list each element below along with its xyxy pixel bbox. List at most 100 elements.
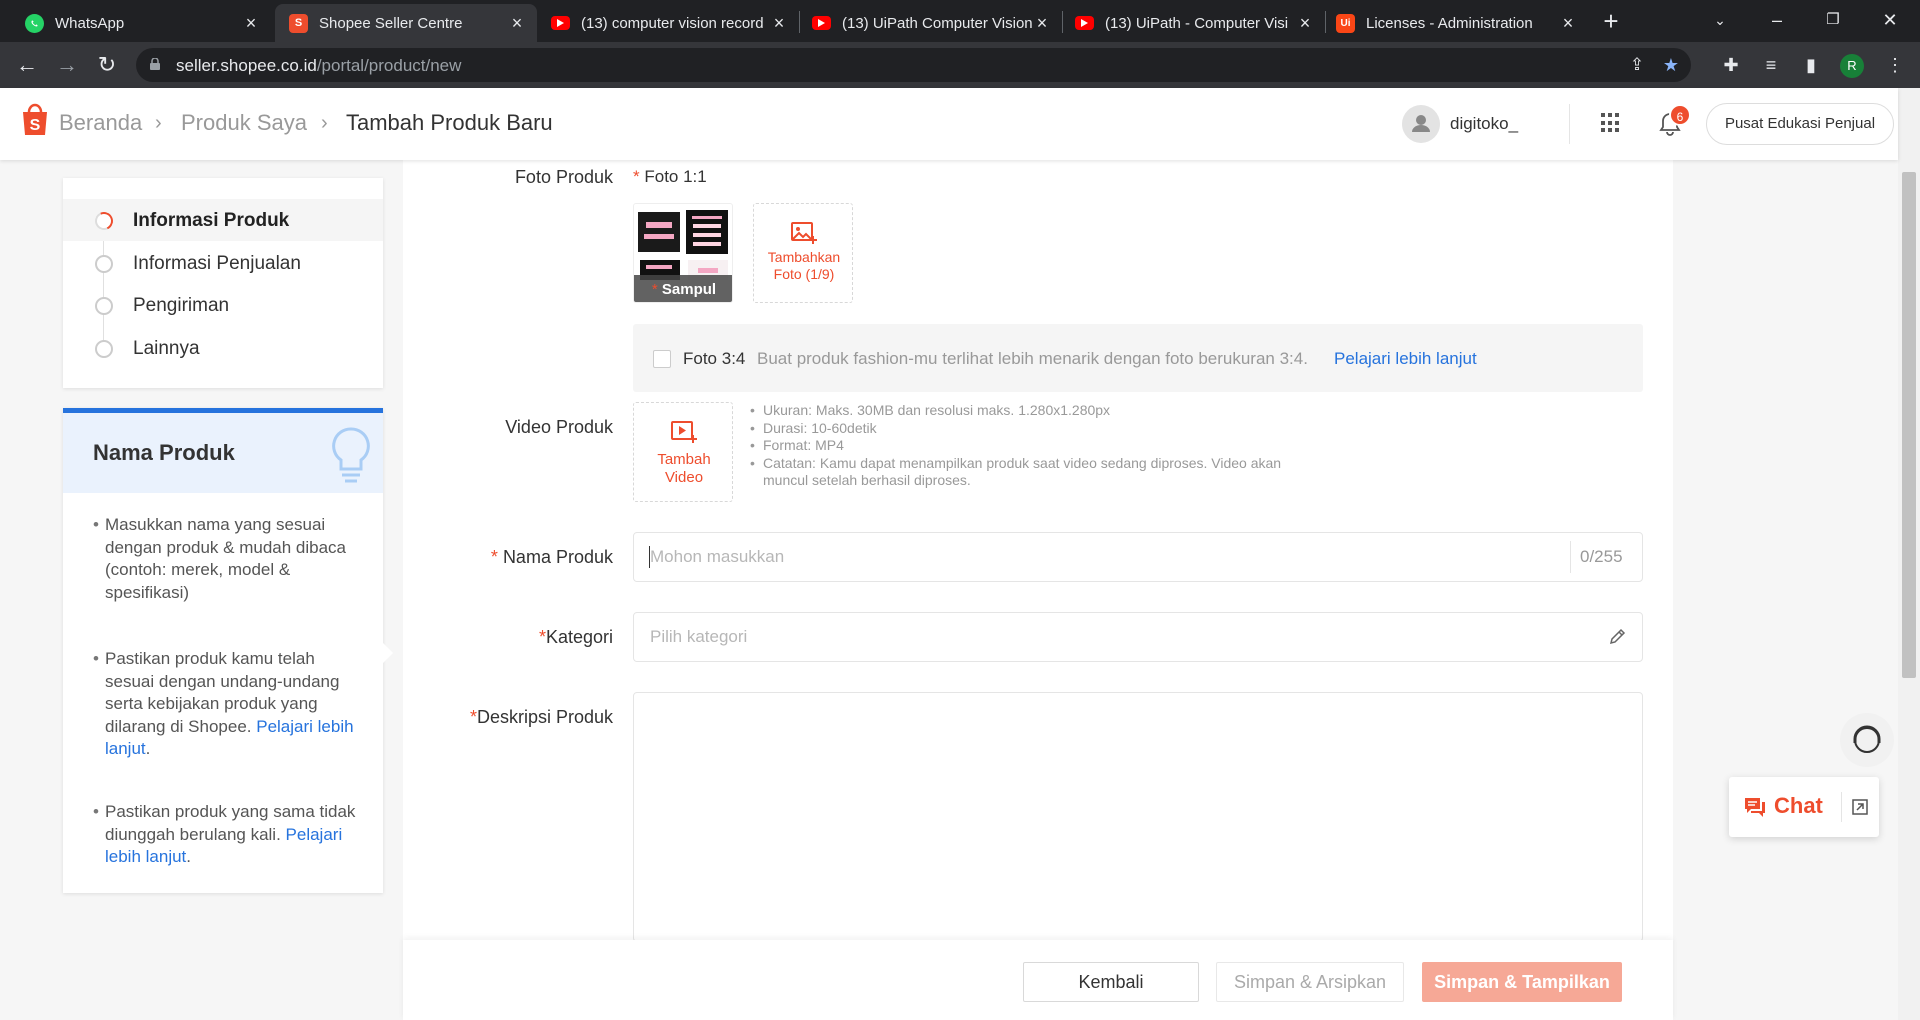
character-counter: 0/255 (1580, 547, 1623, 566)
tab-title: (13) UiPath - Computer Visi (1105, 14, 1289, 32)
username[interactable]: digitoko_ (1450, 114, 1518, 134)
close-tab-icon[interactable]: × (769, 13, 789, 34)
header-divider (1569, 104, 1570, 144)
close-tab-icon[interactable]: × (241, 13, 261, 34)
browser-menu-icon[interactable]: ⋮ (1880, 50, 1910, 80)
close-tab-icon[interactable]: × (1558, 13, 1578, 34)
profile-avatar[interactable]: R (1840, 54, 1864, 78)
tips-header: Nama Produk (63, 413, 383, 493)
foto-3-4-learn-more-link[interactable]: Pelajari lebih lanjut (1334, 349, 1477, 369)
tab-youtube-3[interactable]: (13) UiPath - Computer Visi × (1063, 4, 1325, 42)
restore-icon[interactable]: ❐ (1803, 0, 1863, 42)
forward-arrow-icon[interactable]: → (52, 50, 82, 80)
add-photo-button[interactable]: Tambahkan Foto (1/9) (753, 203, 853, 303)
whatsapp-icon (25, 13, 44, 33)
browser-toolbar: ← → ↻ seller.shopee.co.id/portal/product… (0, 42, 1920, 88)
breadcrumb-home[interactable]: Beranda (59, 110, 142, 136)
video-requirements-list: Ukuran: Maks. 30MB dan resolusi maks. 1.… (750, 402, 1330, 490)
foto-3-4-checkbox[interactable] (653, 350, 671, 368)
step-label: Informasi Produk (133, 210, 290, 231)
close-window-icon[interactable]: ✕ (1860, 0, 1920, 42)
uipath-icon: Ui (1336, 13, 1355, 33)
media-queue-icon[interactable]: ≡ (1756, 50, 1786, 80)
tab-uipath-licenses[interactable]: Ui Licenses - Administration × (1326, 4, 1588, 42)
chat-widget[interactable]: Chat (1729, 777, 1879, 837)
tab-whatsapp[interactable]: WhatsApp × (0, 4, 271, 42)
tips-title: Nama Produk (93, 440, 235, 465)
foto-3-4-label: Foto 3:4 (683, 349, 746, 368)
close-tab-icon[interactable]: × (507, 13, 527, 34)
add-video-button[interactable]: Tambah Video (633, 402, 733, 502)
close-tab-icon[interactable]: × (1032, 13, 1052, 34)
tip-item: Masukkan nama yang sesuai dengan produk … (93, 514, 363, 604)
cover-badge: * Sampul (634, 275, 732, 302)
url-text: seller.shopee.co.id/portal/product/new (176, 56, 462, 75)
step-label: Informasi Penjualan (133, 253, 301, 274)
lock-icon (150, 58, 160, 70)
add-image-icon (791, 222, 817, 244)
reload-icon[interactable]: ↻ (92, 50, 122, 80)
bookmark-star-icon[interactable]: ★ (1656, 50, 1686, 80)
user-avatar[interactable] (1402, 105, 1440, 143)
kategori-label: *Kategori (538, 627, 613, 647)
youtube-icon (551, 16, 570, 30)
back-arrow-icon[interactable]: ← (12, 50, 42, 80)
tab-search-icon[interactable]: ⌄ (1690, 0, 1750, 42)
expand-chat-icon[interactable] (1851, 798, 1869, 816)
save-and-publish-button[interactable]: Simpan & Tampilkan (1422, 962, 1622, 1002)
svg-text:S: S (30, 117, 41, 134)
step-lainnya[interactable]: Lainnya (63, 327, 383, 369)
category-placeholder: Pilih kategori (650, 627, 748, 646)
step-progress-icon (92, 209, 116, 233)
foto-3-4-banner: Foto 3:4 Buat produk fashion-mu terlihat… (633, 324, 1643, 392)
video-requirement: Catatan: Kamu dapat menampilkan produk s… (750, 455, 1330, 490)
add-photo-label: Tambahkan Foto (1/9) (767, 249, 841, 282)
new-tab-button[interactable]: + (1595, 6, 1627, 38)
tab-shopee-seller-centre[interactable]: S Shopee Seller Centre × (275, 4, 537, 42)
nama-produk-label: * Nama Produk (490, 547, 613, 567)
chevron-right-icon: › (155, 112, 162, 134)
tab-youtube-1[interactable]: (13) computer vision record × (537, 4, 799, 42)
save-and-archive-button[interactable]: Simpan & Arsipkan (1216, 962, 1404, 1002)
video-requirement: Durasi: 10-60detik (750, 420, 1330, 438)
tab-title: Licenses - Administration (1366, 14, 1533, 32)
customer-support-button[interactable] (1840, 713, 1894, 767)
shopee-logo-icon[interactable]: S (20, 102, 50, 136)
headset-icon (1853, 725, 1881, 753)
edit-pencil-icon[interactable] (1608, 628, 1626, 646)
video-requirement: Format: MP4 (750, 437, 1330, 455)
category-select[interactable]: Pilih kategori (633, 612, 1643, 662)
product-name-placeholder: Mohon masukkan (650, 547, 785, 566)
minimize-icon[interactable]: – (1747, 0, 1807, 42)
video-requirement: Ukuran: Maks. 30MB dan resolusi maks. 1.… (750, 402, 1330, 420)
seller-education-button[interactable]: Pusat Edukasi Penjual (1706, 103, 1894, 145)
apps-grid-icon[interactable] (1601, 113, 1621, 133)
step-informasi-produk[interactable]: Informasi Produk (63, 199, 383, 241)
tab-youtube-2[interactable]: (13) UiPath Computer Vision × (800, 4, 1062, 42)
shopee-icon: S (289, 13, 308, 33)
breadcrumb-my-products[interactable]: Produk Saya (181, 110, 307, 136)
extensions-icon[interactable]: ✚ (1716, 50, 1746, 80)
step-circle-icon (95, 340, 113, 358)
step-circle-icon (95, 255, 113, 273)
share-icon[interactable]: ⇪ (1622, 50, 1652, 80)
tab-title: WhatsApp (55, 14, 125, 32)
tips-pointer (383, 643, 393, 663)
back-button[interactable]: Kembali (1023, 962, 1199, 1002)
step-pengiriman[interactable]: Pengiriman (63, 284, 383, 326)
scrollbar-thumb[interactable] (1902, 172, 1916, 678)
step-informasi-penjualan[interactable]: Informasi Penjualan (63, 242, 383, 284)
lightbulb-icon (332, 427, 370, 483)
step-label: Lainnya (133, 338, 200, 359)
product-photo-cover[interactable]: * Sampul (633, 203, 733, 303)
close-tab-icon[interactable]: × (1295, 13, 1315, 34)
deskripsi-produk-label: *Deskripsi Produk (469, 707, 613, 727)
side-panel-icon[interactable]: ▮ (1796, 50, 1826, 80)
browser-tab-strip: WhatsApp × S Shopee Seller Centre × (13)… (0, 0, 1920, 42)
product-name-input[interactable]: Mohon masukkan 0/255 (633, 532, 1643, 582)
address-bar[interactable]: seller.shopee.co.id/portal/product/new ⇪… (136, 48, 1691, 82)
tip-text: Masukkan nama yang sesuai dengan produk … (105, 515, 347, 602)
product-description-textarea[interactable] (633, 692, 1643, 942)
tips-panel: Nama Produk Masukkan nama yang sesuai de… (63, 408, 383, 893)
user-icon (1412, 115, 1430, 132)
